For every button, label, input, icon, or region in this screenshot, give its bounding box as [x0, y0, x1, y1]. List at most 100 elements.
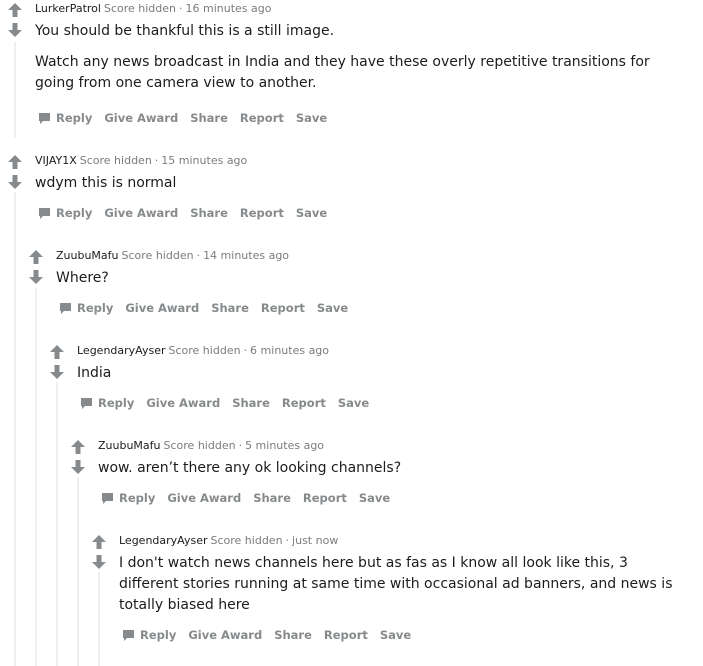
upvote-icon[interactable] — [7, 154, 23, 170]
reply-label: Reply — [56, 111, 93, 125]
reply-label: Reply — [140, 628, 177, 642]
author-link[interactable]: ZuubuMafu — [98, 439, 161, 452]
share-button[interactable]: Share — [274, 627, 312, 643]
score-label: Score hidden — [79, 154, 152, 167]
timestamp[interactable]: 14 minutes ago — [203, 249, 289, 262]
thread-line[interactable] — [35, 287, 37, 666]
thread-line[interactable] — [14, 192, 16, 666]
comment-meta: LurkerPatrol Score hidden · 16 minutes ago — [35, 2, 272, 16]
comment-paragraph: wdym this is normal — [35, 175, 177, 191]
thread-line[interactable] — [98, 572, 100, 666]
give-award-button[interactable]: Give Award — [167, 490, 241, 506]
reply-button[interactable]: Reply — [59, 300, 113, 316]
share-button[interactable]: Share — [211, 300, 249, 316]
author-link[interactable]: LegendaryAyser — [77, 344, 166, 357]
share-button[interactable]: Share — [253, 490, 291, 506]
reply-icon — [39, 207, 50, 219]
separator: · — [238, 439, 243, 452]
author-link[interactable]: VIJAY1X — [35, 154, 77, 167]
thread-line[interactable] — [77, 477, 79, 666]
downvote-icon[interactable] — [70, 459, 86, 475]
upvote-icon[interactable] — [70, 439, 86, 455]
timestamp[interactable]: 15 minutes ago — [161, 154, 247, 167]
separator: · — [154, 154, 159, 167]
comment-actions: Reply Give Award Share Report Save — [122, 627, 423, 643]
give-award-button[interactable]: Give Award — [104, 205, 178, 221]
save-button[interactable]: Save — [296, 110, 327, 126]
comment-actions: Reply Give Award Share Report Save — [38, 205, 339, 221]
downvote-icon[interactable] — [7, 174, 23, 190]
give-award-button[interactable]: Give Award — [146, 395, 220, 411]
share-button[interactable]: Share — [190, 110, 228, 126]
reply-icon — [60, 302, 71, 314]
reply-icon — [123, 629, 134, 641]
reply-button[interactable]: Reply — [38, 110, 92, 126]
reply-button[interactable]: Reply — [122, 627, 176, 643]
give-award-button[interactable]: Give Award — [125, 300, 199, 316]
comment-body: I don't watch news channels here but as … — [119, 553, 679, 616]
comment-meta: ZuubuMafu Score hidden · 14 minutes ago — [56, 249, 289, 263]
reply-button[interactable]: Reply — [101, 490, 155, 506]
upvote-icon[interactable] — [28, 249, 44, 265]
comment-meta: VIJAY1X Score hidden · 15 minutes ago — [35, 154, 247, 168]
upvote-icon[interactable] — [91, 534, 107, 550]
comment-paragraph: You should be thankful this is a still i… — [35, 23, 335, 39]
report-button[interactable]: Report — [240, 110, 284, 126]
comment-body: You should be thankful this is a still i… — [35, 21, 675, 94]
give-award-button[interactable]: Give Award — [188, 627, 262, 643]
comment-paragraph: Where? — [56, 270, 109, 286]
report-button[interactable]: Report — [282, 395, 326, 411]
comment-paragraph: India — [77, 365, 112, 381]
downvote-icon[interactable] — [7, 22, 23, 38]
reply-button[interactable]: Reply — [38, 205, 92, 221]
comment-body: Where? — [56, 268, 676, 289]
save-button[interactable]: Save — [380, 627, 411, 643]
author-link[interactable]: ZuubuMafu — [56, 249, 119, 262]
comment-meta: LegendaryAyser Score hidden · just now — [119, 534, 338, 548]
downvote-icon[interactable] — [28, 269, 44, 285]
timestamp[interactable]: just now — [292, 534, 338, 547]
reply-label: Reply — [77, 301, 114, 315]
score-label: Score hidden — [210, 534, 283, 547]
reply-label: Reply — [56, 206, 93, 220]
timestamp[interactable]: 5 minutes ago — [245, 439, 324, 452]
comment-paragraph: wow. aren’t there any ok looking channel… — [98, 460, 402, 476]
share-button[interactable]: Share — [190, 205, 228, 221]
give-award-button[interactable]: Give Award — [104, 110, 178, 126]
timestamp[interactable]: 6 minutes ago — [250, 344, 329, 357]
save-button[interactable]: Save — [296, 205, 327, 221]
reply-icon — [81, 397, 92, 409]
reply-icon — [39, 112, 50, 124]
comment-paragraph: I don't watch news channels here but as … — [119, 555, 673, 613]
comment-actions: Reply Give Award Share Report Save — [101, 490, 402, 506]
separator: · — [243, 344, 248, 357]
save-button[interactable]: Save — [359, 490, 390, 506]
score-label: Score hidden — [103, 2, 177, 15]
comment-body: India — [77, 363, 677, 384]
report-button[interactable]: Report — [303, 490, 347, 506]
comment-actions: Reply Give Award Share Report Save — [59, 300, 360, 316]
comment-actions: Reply Give Award Share Report Save — [38, 110, 339, 126]
report-button[interactable]: Report — [240, 205, 284, 221]
score-label: Score hidden — [121, 249, 194, 262]
comment-meta: ZuubuMafu Score hidden · 5 minutes ago — [98, 439, 324, 453]
report-button[interactable]: Report — [324, 627, 368, 643]
share-button[interactable]: Share — [232, 395, 270, 411]
timestamp[interactable]: 16 minutes ago — [186, 2, 272, 15]
reply-label: Reply — [98, 396, 135, 410]
downvote-icon[interactable] — [91, 554, 107, 570]
save-button[interactable]: Save — [317, 300, 348, 316]
comment-paragraph: Watch any news broadcast in India and th… — [35, 54, 650, 91]
upvote-icon[interactable] — [7, 2, 23, 18]
comment-body: wdym this is normal — [35, 173, 675, 194]
upvote-icon[interactable] — [49, 344, 65, 360]
author-link[interactable]: LegendaryAyser — [119, 534, 208, 547]
downvote-icon[interactable] — [49, 364, 65, 380]
report-button[interactable]: Report — [261, 300, 305, 316]
reply-button[interactable]: Reply — [80, 395, 134, 411]
thread-line[interactable] — [14, 42, 16, 138]
author-link[interactable]: LurkerPatrol — [35, 2, 101, 15]
save-button[interactable]: Save — [338, 395, 369, 411]
thread-line[interactable] — [56, 382, 58, 666]
separator: · — [196, 249, 201, 262]
